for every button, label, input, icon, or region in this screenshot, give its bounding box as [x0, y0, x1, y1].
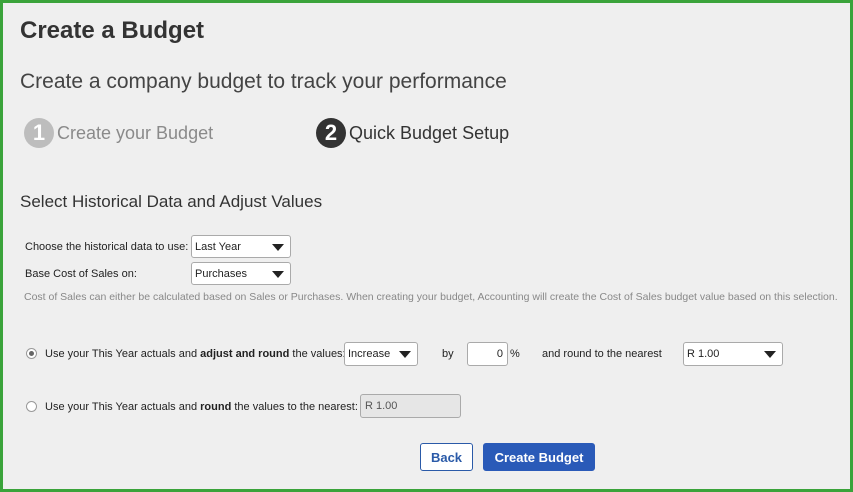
by-label: by	[442, 348, 454, 360]
round-nearest-label: and round to the nearest	[542, 348, 662, 360]
direction-select[interactable]: Increase	[344, 342, 418, 366]
step-number-icon: 1	[24, 118, 54, 148]
chevron-down-icon	[399, 351, 411, 358]
chevron-down-icon	[272, 270, 284, 278]
percent-input[interactable]: 0	[467, 342, 508, 366]
label-bold: adjust and round	[200, 348, 290, 360]
create-budget-button[interactable]: Create Budget	[483, 443, 595, 471]
label-bold: round	[200, 401, 232, 413]
round-only-input[interactable]: R 1.00	[360, 394, 461, 418]
label-text: Use your This Year actuals and	[45, 401, 201, 413]
adjust-round-label: Use your This Year actuals and adjust an…	[45, 348, 346, 360]
chevron-down-icon	[764, 351, 776, 358]
page-subtitle: Create a company budget to track your pe…	[20, 70, 507, 93]
historical-data-select[interactable]: Last Year	[191, 235, 291, 258]
select-value: R 1.00	[687, 348, 720, 360]
step-create-budget: 1 Create your Budget	[24, 118, 213, 148]
select-value: Increase	[348, 348, 391, 360]
back-button[interactable]: Back	[420, 443, 473, 471]
section-heading: Select Historical Data and Adjust Values	[20, 192, 323, 211]
cost-of-sales-label: Base Cost of Sales on:	[25, 268, 137, 280]
round-only-radio[interactable]	[26, 401, 37, 412]
step-quick-setup: 2 Quick Budget Setup	[316, 118, 509, 148]
label-text: Use your This Year actuals and	[45, 348, 201, 360]
percent-symbol: %	[510, 348, 520, 360]
round-only-label: Use your This Year actuals and round the…	[45, 401, 358, 413]
round-nearest-select[interactable]: R 1.00	[683, 342, 783, 366]
step-label: Quick Budget Setup	[349, 122, 510, 143]
label-text: the values to the nearest:	[231, 401, 358, 413]
select-value: Purchases	[195, 267, 247, 280]
adjust-round-radio[interactable]	[26, 348, 37, 359]
select-value: Last Year	[195, 240, 241, 253]
step-number-icon: 2	[316, 118, 346, 148]
page-title: Create a Budget	[20, 17, 205, 44]
step-label: Create your Budget	[57, 122, 214, 143]
cost-of-sales-note: Cost of Sales can either be calculated b…	[24, 291, 838, 303]
cost-of-sales-select[interactable]: Purchases	[191, 262, 291, 285]
label-text: the values:	[289, 348, 346, 360]
chevron-down-icon	[272, 243, 284, 251]
historical-data-label: Choose the historical data to use:	[25, 241, 189, 253]
